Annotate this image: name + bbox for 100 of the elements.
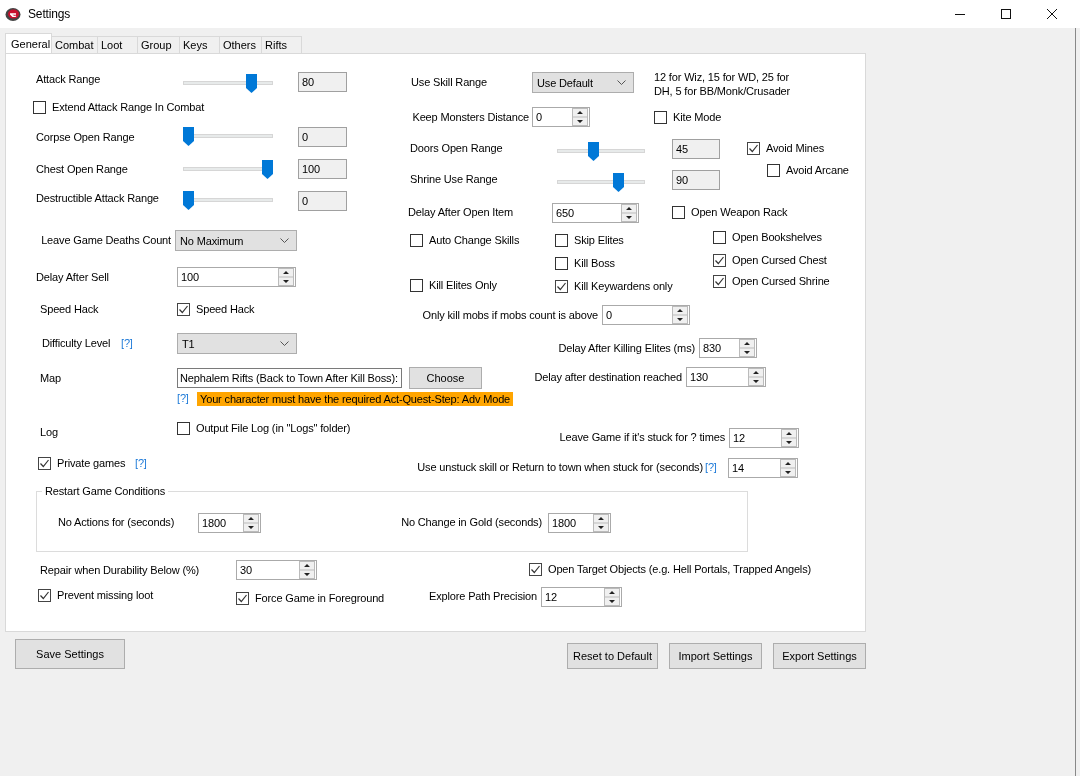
number-field[interactable]: 130	[686, 367, 766, 387]
dropdown[interactable]: No Maximum	[175, 230, 297, 251]
field-label: Keep Monsters Distance	[412, 110, 529, 125]
checkbox[interactable]: Extend Attack Range In Combat	[33, 99, 205, 115]
checkbox[interactable]: Speed Hack	[177, 301, 255, 317]
checkbox[interactable]: Open Cursed Shrine	[713, 273, 830, 289]
checkbox[interactable]: Kite Mode	[654, 109, 722, 125]
number-field[interactable]: 30	[236, 560, 317, 580]
field-label: Delay After Sell	[36, 270, 109, 285]
slider-thumb[interactable]	[246, 74, 258, 93]
warning-message: Your character must have the required Act-Quest-Step: Adv Mode	[197, 392, 514, 406]
field-label: Map	[40, 371, 61, 386]
help-link[interactable]: [?]	[705, 459, 717, 475]
checkbox[interactable]: Kill Boss	[555, 255, 615, 271]
checkbox[interactable]: Force Game in Foreground	[236, 590, 385, 606]
help-link[interactable]: [?]	[177, 390, 189, 406]
help-link[interactable]: [?]	[135, 455, 147, 471]
slider[interactable]	[183, 191, 273, 210]
number-field[interactable]: 0	[532, 107, 590, 127]
number-field[interactable]: 12	[729, 428, 799, 448]
checkmark-icon	[39, 589, 50, 601]
value-field: 45	[672, 139, 720, 159]
slider-thumb[interactable]	[587, 142, 599, 161]
field-label: Only kill mobs if mobs count is above	[422, 308, 598, 323]
help-link[interactable]: [?]	[121, 335, 133, 351]
tab[interactable]: Rifts	[261, 36, 302, 53]
checkbox[interactable]: Open Weapon Rack	[672, 204, 788, 220]
spin-arrows-icon[interactable]	[604, 588, 620, 606]
number-field[interactable]: 0	[602, 305, 690, 325]
checkbox[interactable]: Avoid Arcane	[767, 162, 849, 178]
slider-thumb[interactable]	[613, 173, 625, 192]
checkbox[interactable]: Open Bookshelves	[713, 229, 822, 245]
text-field[interactable]: Nephalem Rifts (Back to Town After Kill Boss):	[177, 368, 402, 388]
field-label: Shrine Use Range	[410, 172, 498, 187]
value-field: 90	[672, 170, 720, 190]
slider[interactable]	[557, 173, 645, 192]
field-label: Doors Open Range	[410, 141, 503, 156]
number-field[interactable]: 830	[699, 338, 757, 358]
slider-thumb[interactable]	[183, 191, 194, 210]
close-icon[interactable]	[1046, 8, 1058, 20]
checkbox[interactable]: Open Cursed Chest	[713, 252, 827, 268]
footer-button[interactable]: Reset to Default	[567, 643, 658, 669]
field-label: Corpse Open Range	[36, 130, 135, 145]
checkbox[interactable]: Auto Change Skills	[410, 232, 520, 248]
slider[interactable]	[183, 127, 273, 146]
field-label: Delay After Killing Elites (ms)	[558, 341, 695, 356]
footer-button[interactable]: Save Settings	[15, 639, 125, 669]
field-label: Chest Open Range	[36, 162, 128, 177]
checkbox[interactable]: Private games	[38, 455, 126, 471]
number-field[interactable]: 650	[552, 203, 639, 223]
field-label: 12 for Wiz, 15 for WD, 25 for DH, 5 for BB/Monk/Crusader	[654, 70, 792, 98]
slider-thumb[interactable]	[183, 127, 194, 146]
spin-arrows-icon[interactable]	[621, 204, 637, 222]
spin-arrows-icon[interactable]	[243, 514, 259, 532]
spin-arrows-icon[interactable]	[781, 429, 797, 447]
slider[interactable]	[183, 160, 273, 179]
checkbox[interactable]: Open Target Objects (e.g. Hell Portals, Trapped Angels)	[529, 561, 812, 577]
checkmark-icon	[237, 592, 248, 604]
tab[interactable]: Keys	[179, 36, 220, 53]
dropdown[interactable]: T1	[177, 333, 297, 354]
spin-arrows-icon[interactable]	[572, 108, 588, 126]
number-field[interactable]: 1800	[198, 513, 261, 533]
spin-arrows-icon[interactable]	[278, 268, 294, 286]
spin-arrows-icon[interactable]	[780, 459, 796, 477]
caret-icon	[617, 80, 626, 85]
spin-arrows-icon[interactable]	[593, 514, 609, 532]
checkbox[interactable]: Skip Elites	[555, 232, 624, 248]
number-field[interactable]: 14	[728, 458, 798, 478]
checkbox[interactable]: Prevent missing loot	[38, 587, 154, 603]
field-label: Destructible Attack Range	[36, 191, 159, 206]
number-field[interactable]: 1800	[548, 513, 611, 533]
slider[interactable]	[557, 142, 645, 161]
caret-icon	[280, 341, 289, 346]
choose-button[interactable]: Choose	[409, 367, 482, 389]
field-label: Difficulty Level	[42, 336, 111, 351]
footer-button[interactable]: Export Settings	[773, 643, 866, 669]
spin-arrows-icon[interactable]	[748, 368, 764, 386]
spin-arrows-icon[interactable]	[739, 339, 755, 357]
field-label: Attack Range	[36, 72, 101, 87]
footer-button[interactable]: Import Settings	[669, 643, 762, 669]
checkbox[interactable]: Kill Elites Only	[410, 277, 497, 293]
field-label: Use Skill Range	[411, 75, 487, 90]
checkmark-icon	[178, 303, 189, 315]
checkbox[interactable]: Output File Log (in "Logs" folder)	[177, 420, 351, 436]
field-label: Explore Path Precision	[429, 589, 537, 604]
number-field[interactable]: 12	[541, 587, 622, 607]
checkbox[interactable]: Avoid Mines	[747, 140, 825, 156]
field-label: Use unstuck skill or Return to town when stuck for (seconds)	[417, 460, 703, 475]
slider-thumb[interactable]	[262, 160, 273, 179]
dropdown[interactable]: Use Default	[532, 72, 634, 93]
tab[interactable]: General	[5, 33, 52, 53]
spin-arrows-icon[interactable]	[672, 306, 688, 324]
spin-arrows-icon[interactable]	[299, 561, 315, 579]
maximize-icon[interactable]	[1000, 8, 1012, 20]
field-label: No Change in Gold (seconds)	[401, 515, 542, 530]
number-field[interactable]: 100	[177, 267, 296, 287]
slider[interactable]	[183, 74, 273, 93]
field-label: Leave Game Deaths Count	[41, 233, 171, 248]
tab[interactable]: Group	[137, 36, 180, 53]
checkbox[interactable]: Kill Keywardens only	[555, 278, 673, 294]
